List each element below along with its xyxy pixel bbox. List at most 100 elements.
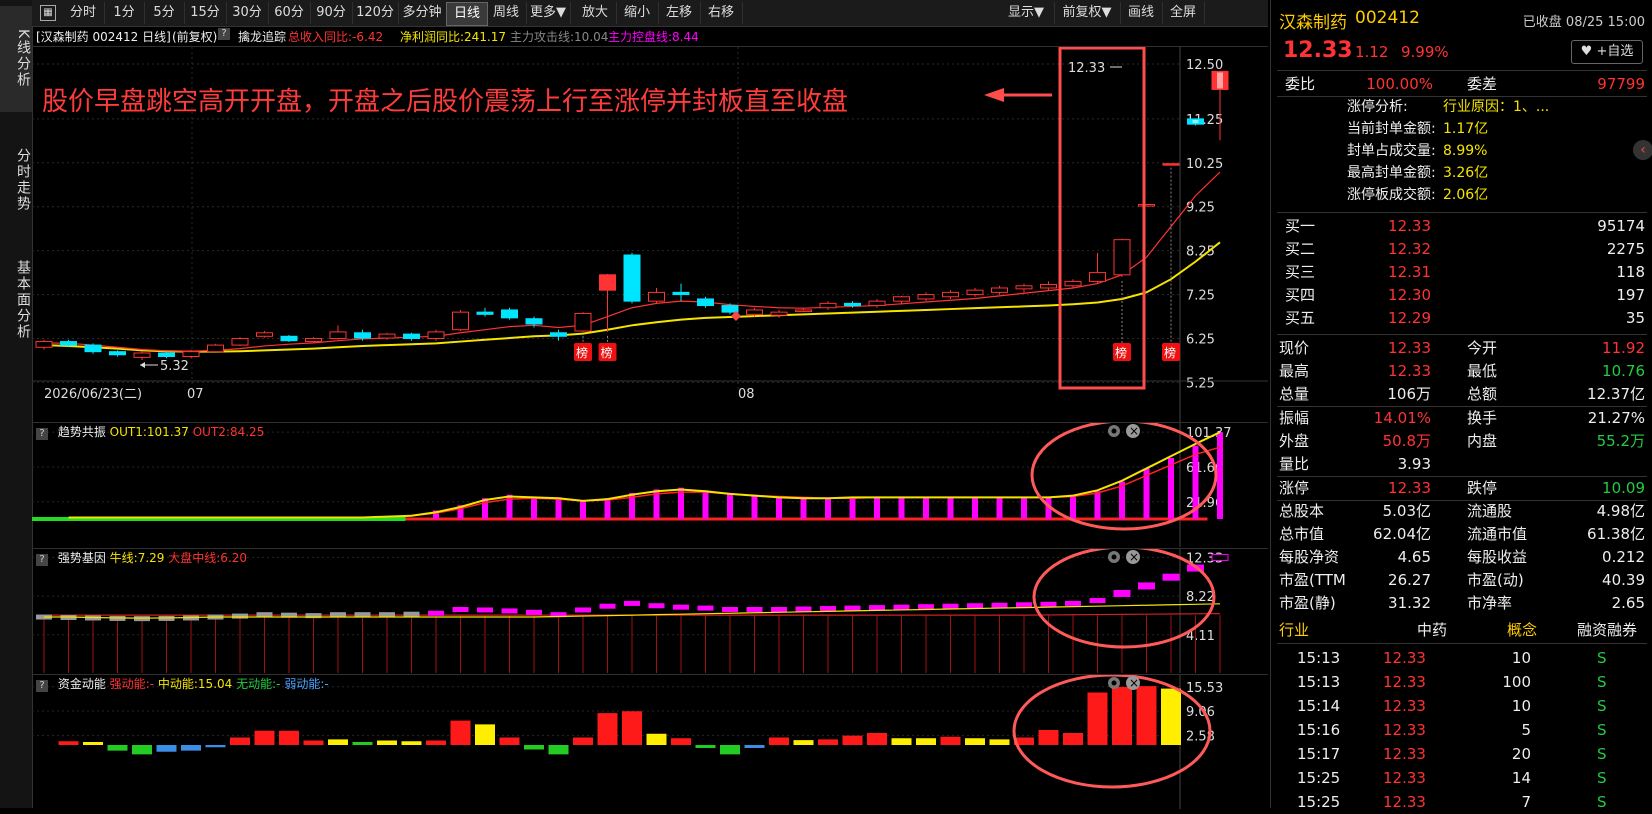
help-icon[interactable]: ? — [36, 680, 48, 692]
tab-intraday[interactable]: 分时走势 — [0, 130, 32, 230]
candle[interactable] — [427, 329, 445, 341]
candle[interactable] — [476, 307, 494, 317]
candle[interactable] — [329, 325, 347, 340]
stat-label: 振幅 — [1279, 409, 1310, 427]
toolbar-button[interactable]: 60分 — [268, 2, 311, 24]
candle[interactable] — [1113, 238, 1131, 277]
toolbar-right-button[interactable]: 画线 — [1120, 2, 1163, 24]
close-icon[interactable]: × — [1126, 550, 1140, 564]
candle[interactable] — [819, 301, 837, 310]
tab-fundamentals[interactable]: 基本面分析 — [0, 240, 32, 360]
candle[interactable] — [207, 343, 224, 353]
candle[interactable] — [403, 332, 420, 341]
help-icon[interactable]: ? — [218, 28, 230, 40]
candle[interactable] — [942, 290, 959, 299]
toolbar-button[interactable]: 多分钟 — [398, 2, 447, 24]
no-momentum-value: 无动能:- — [236, 677, 281, 691]
candle[interactable] — [991, 285, 1008, 295]
candle[interactable] — [1089, 252, 1106, 284]
strong-gene-chart[interactable]: 12.338.224.11× — [32, 545, 1268, 673]
help-icon[interactable]: ? — [36, 554, 48, 566]
toolbar-button[interactable]: 右移 — [700, 2, 743, 24]
collapse-arrow-icon[interactable]: ‹ — [1633, 140, 1652, 160]
indicator-name[interactable]: 趋势共振 — [58, 425, 106, 439]
toolbar-button[interactable]: 放大 — [574, 2, 617, 24]
industry-label[interactable]: 行业 — [1279, 618, 1309, 642]
candle[interactable] — [917, 292, 935, 302]
toolbar-button[interactable]: 15分 — [184, 2, 227, 24]
candle[interactable] — [1162, 163, 1180, 166]
candle[interactable] — [158, 351, 175, 359]
candle[interactable] — [623, 252, 641, 304]
candle[interactable] — [280, 334, 298, 343]
candle[interactable] — [550, 329, 567, 341]
candle[interactable] — [35, 339, 53, 350]
indicator-name[interactable]: 擒龙追踪 — [238, 28, 286, 46]
candle[interactable] — [1211, 70, 1229, 141]
toolbar-button[interactable]: 左移 — [658, 2, 701, 24]
control-line-value: 主力控盘线:8.44 — [608, 30, 699, 44]
stock-title: [汉森制药 002412 日线] — [36, 30, 171, 44]
gear-icon[interactable] — [1108, 551, 1120, 563]
close-icon[interactable]: × — [1126, 424, 1140, 438]
leaderboard-badge[interactable]: 榜 — [574, 335, 592, 361]
limit-analysis-value: 2.06亿 — [1443, 187, 1489, 203]
leaderboard-badge[interactable]: 榜 — [1162, 167, 1180, 361]
grid-icon[interactable]: ▦ — [40, 5, 56, 21]
margin-trading-tab[interactable]: 融资融券 — [1577, 618, 1637, 642]
leaderboard-badge[interactable]: 榜 — [598, 335, 617, 361]
bid-row[interactable]: 买四 12.30 197 — [1271, 283, 1652, 307]
toolbar-right-button[interactable]: 全屏 — [1162, 2, 1205, 24]
bid-row[interactable]: 买三 12.31 118 — [1271, 260, 1652, 284]
candle[interactable] — [697, 296, 714, 308]
bid-row[interactable]: 买一 12.33 95174 — [1271, 214, 1652, 238]
gear-icon[interactable] — [1108, 677, 1120, 689]
candle[interactable] — [231, 337, 249, 346]
toolbar-right-button[interactable]: 显示▼ — [998, 2, 1055, 24]
candle[interactable] — [574, 312, 592, 332]
toolbar-button[interactable]: 1分 — [104, 2, 145, 24]
candle[interactable] — [256, 331, 273, 338]
close-icon[interactable]: × — [1126, 676, 1140, 690]
indicator-name[interactable]: 资金动能 — [58, 677, 106, 691]
gear-icon[interactable] — [1108, 425, 1120, 437]
stat-label: 总额 — [1467, 385, 1498, 403]
help-icon[interactable]: ? — [36, 428, 48, 440]
candle[interactable] — [648, 287, 665, 304]
candle[interactable] — [109, 350, 126, 357]
add-watchlist-button[interactable]: ♥ +自选 — [1571, 40, 1643, 64]
candle[interactable] — [84, 343, 102, 354]
industry-value[interactable]: 中药 — [1417, 618, 1447, 642]
toolbar-button[interactable]: 缩小 — [616, 2, 659, 24]
toolbar-button[interactable]: 周线 — [486, 2, 527, 24]
candle[interactable] — [868, 298, 886, 308]
candle[interactable] — [770, 309, 788, 318]
toolbar-right-button[interactable]: 前复权▼ — [1054, 2, 1121, 24]
tab-kline-analysis[interactable]: K线分析 — [0, 6, 32, 112]
concept-tab[interactable]: 概念 — [1507, 618, 1537, 642]
candle[interactable] — [452, 309, 469, 332]
trend-resonance-chart[interactable]: 101.3761.6621.96× — [32, 419, 1268, 547]
candle[interactable] — [1040, 281, 1057, 291]
candle[interactable] — [1138, 204, 1155, 207]
candle[interactable] — [501, 307, 518, 320]
toolbar-button[interactable]: 30分 — [226, 2, 269, 24]
candle[interactable] — [133, 351, 151, 361]
toolbar-button[interactable]: 更多▼ — [526, 2, 571, 24]
candle[interactable] — [599, 273, 616, 332]
toolbar-button[interactable]: 分时 — [62, 2, 105, 24]
candle[interactable] — [672, 283, 690, 302]
leaderboard-badge[interactable]: 榜 — [1113, 281, 1131, 361]
toolbar-button[interactable]: 90分 — [310, 2, 353, 24]
toolbar-button[interactable]: 120分 — [352, 2, 399, 24]
toolbar-button[interactable]: 日线 — [446, 2, 488, 26]
candle[interactable] — [966, 287, 984, 297]
trade-price: 12.33 — [1383, 793, 1426, 811]
candle[interactable] — [1015, 283, 1033, 293]
capital-momentum-chart[interactable]: 15.539.062.58× — [32, 673, 1268, 809]
toolbar-button[interactable]: 5分 — [144, 2, 185, 24]
candle[interactable] — [1187, 118, 1204, 126]
bid-row[interactable]: 买二 12.32 2275 — [1271, 237, 1652, 261]
bid-row[interactable]: 买五 12.29 35 — [1271, 306, 1652, 330]
indicator-name[interactable]: 强势基因 — [58, 551, 106, 565]
